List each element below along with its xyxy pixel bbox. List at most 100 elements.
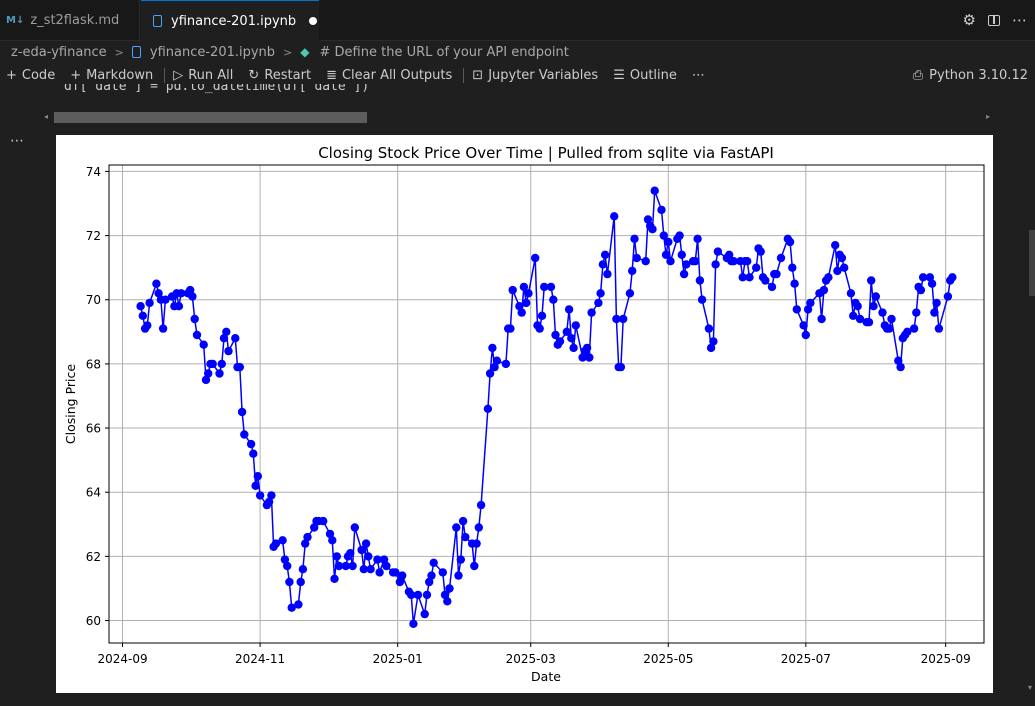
data-point <box>752 263 761 272</box>
split-editor-icon[interactable] <box>988 14 1000 26</box>
gear-icon[interactable]: ⚙ <box>963 11 976 29</box>
data-point <box>506 324 515 333</box>
tab-yfinance-201[interactable]: yfinance-201.ipynb <box>141 0 319 41</box>
data-point <box>454 571 463 580</box>
data-point <box>666 257 675 266</box>
tab-label: z_st2flask.md <box>30 12 120 28</box>
run-all-label: Run All <box>188 67 234 83</box>
data-point <box>840 263 849 272</box>
data-point <box>799 321 808 330</box>
data-point <box>136 302 145 311</box>
y-tick-label: 72 <box>86 229 101 243</box>
data-point <box>837 253 847 263</box>
data-point <box>788 263 797 272</box>
add-markdown-cell-button[interactable]: + Markdown <box>70 68 153 83</box>
data-point <box>587 308 596 317</box>
chevron-right-icon: > <box>114 45 124 59</box>
data-point <box>303 532 312 542</box>
data-point <box>569 343 578 353</box>
y-tick-label: 64 <box>86 486 101 500</box>
outline-button[interactable]: ☰ Outline <box>613 68 677 83</box>
data-point <box>382 561 391 571</box>
y-axis-label: Closing Price <box>63 364 78 444</box>
horizontal-scrollbar[interactable] <box>54 112 367 123</box>
data-point <box>817 314 826 324</box>
data-point <box>332 552 341 561</box>
vertical-scrollbar[interactable] <box>1029 230 1035 296</box>
data-point <box>190 314 199 324</box>
data-point <box>896 362 905 372</box>
data-point <box>364 552 373 561</box>
markdown-label: Markdown <box>86 67 154 83</box>
data-point <box>283 561 292 571</box>
breadcrumb-file[interactable]: yfinance-201.ipynb <box>150 45 275 60</box>
x-axis-label: Date <box>531 669 561 684</box>
tab-actions: ⚙ ⋯ <box>963 0 1027 40</box>
data-point <box>934 324 944 333</box>
data-point <box>452 523 461 532</box>
breadcrumb-folder[interactable]: z-eda-yfinance <box>11 45 107 60</box>
data-point <box>366 565 375 574</box>
python-icon: ◆ <box>300 45 310 59</box>
markdown-icon: M↓ <box>6 14 25 26</box>
data-point <box>445 584 454 593</box>
more-actions-icon[interactable]: ⋯ <box>1012 11 1027 29</box>
jupyter-variables-button[interactable]: ⊡ Jupyter Variables <box>472 68 598 83</box>
data-point <box>508 285 517 295</box>
data-point <box>420 609 429 619</box>
chevron-right-icon: > <box>283 45 293 59</box>
breadcrumb: z-eda-yfinance > yfinance-201.ipynb > ◆ … <box>0 41 1035 63</box>
data-point <box>398 571 407 580</box>
output-more-icon[interactable]: ⋯ <box>10 133 25 149</box>
scroll-right-icon[interactable]: ▸ <box>986 112 990 121</box>
chart-title: Closing Stock Price Over Time | Pulled f… <box>318 144 774 162</box>
data-point <box>610 212 619 221</box>
data-point <box>772 269 781 279</box>
y-tick-label: 74 <box>86 165 101 179</box>
data-point <box>697 295 707 304</box>
data-point <box>375 568 384 577</box>
breadcrumb-symbol[interactable]: # Define the URL of your API endpoint <box>320 45 569 60</box>
data-point <box>677 250 686 259</box>
data-point <box>461 532 470 542</box>
data-point <box>208 359 217 369</box>
y-tick-label: 66 <box>86 422 101 436</box>
data-point <box>761 276 770 285</box>
data-point <box>422 590 432 600</box>
data-point <box>806 298 815 308</box>
data-point <box>616 362 626 372</box>
data-point <box>885 324 894 333</box>
data-point <box>801 330 810 340</box>
data-point <box>948 273 957 282</box>
data-point <box>871 292 880 301</box>
data-point <box>251 481 260 490</box>
kernel-picker[interactable]: ⎙ Python 3.10.12 <box>913 63 1028 87</box>
restart-button[interactable]: ↻ Restart <box>248 68 311 83</box>
x-tick-label: 2025-07 <box>781 652 831 666</box>
tab-label: yfinance-201.ipynb <box>171 13 297 29</box>
run-all-button[interactable]: ▷ Run All <box>173 68 233 83</box>
data-point <box>625 289 635 298</box>
scroll-left-icon[interactable]: ◂ <box>44 112 48 121</box>
data-point <box>878 308 887 317</box>
data-point <box>711 260 720 269</box>
data-point <box>217 359 226 369</box>
x-ticks: 2024-09 2024-11 2025-01 2025-03 2025-05 2025-… <box>97 643 971 666</box>
code-line[interactable]: df['date'] = pd.to_datetime(df['date']) <box>64 84 369 98</box>
data-point <box>199 340 208 349</box>
chart-output: 60 62 64 66 68 70 72 74 2024-09 2024-11 2025-01 20… <box>56 135 993 693</box>
data-point <box>517 308 526 317</box>
plus-icon: + <box>70 67 82 83</box>
tab-z-st2flask[interactable]: M↓ z_st2flask.md <box>0 0 140 40</box>
toolbar-more-button[interactable]: ⋯ <box>692 68 705 83</box>
data-point <box>413 590 423 600</box>
data-point <box>249 449 258 458</box>
clear-all-outputs-button[interactable]: ≣ Clear All Outputs <box>326 68 452 83</box>
scroll-down-icon[interactable]: ▾ <box>1028 683 1032 692</box>
unsaved-dot-icon[interactable] <box>309 17 318 25</box>
notebook-icon <box>131 46 141 58</box>
data-point <box>145 298 154 308</box>
add-code-cell-button[interactable]: + Code <box>6 68 55 83</box>
data-point <box>767 282 777 292</box>
data-point <box>438 568 447 577</box>
